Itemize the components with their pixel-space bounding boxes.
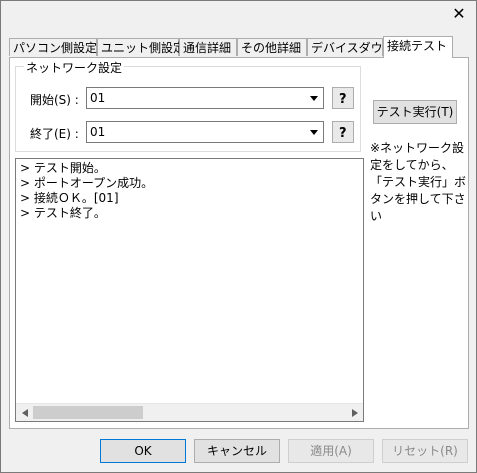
log-line: > テスト開始。 xyxy=(20,161,106,175)
start-label: 開始(S) : xyxy=(30,93,79,107)
log-output[interactable]: > テスト開始。 > ポートオープン成功。 > 接続ＯＫ。[01] > テスト終… xyxy=(15,158,364,422)
run-test-button[interactable]: テスト実行(T) xyxy=(373,100,457,124)
ok-button[interactable]: OK xyxy=(100,439,186,463)
start-select-value: 01 xyxy=(90,91,106,105)
tab-other-details[interactable]: その他詳細 xyxy=(237,38,307,56)
log-line: > テスト終了。 xyxy=(20,206,106,220)
end-select-value: 01 xyxy=(90,125,106,139)
network-settings-group: ネットワーク設定 開始(S) : 01 ? 終了(E) : 01 ? xyxy=(15,59,361,152)
tab-unit-settings[interactable]: ユニット側設定 xyxy=(97,38,185,56)
end-help-button[interactable]: ? xyxy=(332,121,354,143)
end-label: 終了(E) : xyxy=(30,127,79,141)
log-line: > 接続ＯＫ。[01] xyxy=(20,191,119,205)
start-help-button[interactable]: ? xyxy=(332,87,354,109)
tab-connection-test[interactable]: 接続テスト xyxy=(383,36,453,58)
scrollbar-thumb[interactable] xyxy=(33,406,143,419)
tab-pc-settings[interactable]: パソコン側設定 xyxy=(9,38,97,56)
svg-text:?: ? xyxy=(339,92,347,105)
log-line: > ポートオープン成功。 xyxy=(20,176,154,190)
chevron-left-icon[interactable] xyxy=(16,404,33,421)
help-icon: ? xyxy=(339,92,347,105)
reset-button[interactable]: リセット(R) xyxy=(382,439,468,463)
svg-text:?: ? xyxy=(339,126,347,139)
chevron-right-icon[interactable] xyxy=(346,404,363,421)
dialog-window: ✕ パソコン側設定 ユニット側設定 通信詳細 その他詳細 デバイスダウン 接続テ… xyxy=(0,0,477,473)
start-select[interactable]: 01 xyxy=(86,87,324,109)
cancel-button[interactable]: キャンセル xyxy=(194,439,280,463)
close-icon[interactable]: ✕ xyxy=(450,5,468,23)
network-settings-title: ネットワーク設定 xyxy=(24,59,125,76)
chevron-down-icon[interactable] xyxy=(306,123,322,141)
connection-test-panel: ネットワーク設定 開始(S) : 01 ? 終了(E) : 01 ? テスト実行… xyxy=(9,57,469,429)
apply-button[interactable]: 適用(A) xyxy=(288,439,374,463)
chevron-down-icon[interactable] xyxy=(306,89,322,107)
tab-comm-details[interactable]: 通信詳細 xyxy=(179,38,237,56)
tab-device-down[interactable]: デバイスダウン xyxy=(307,38,395,56)
help-icon: ? xyxy=(339,126,347,139)
instruction-note: ※ネットワーク設定をしてから、「テスト実行」ボタンを押して下さい xyxy=(370,141,467,223)
end-select[interactable]: 01 xyxy=(86,121,324,143)
horizontal-scrollbar[interactable] xyxy=(16,403,363,421)
